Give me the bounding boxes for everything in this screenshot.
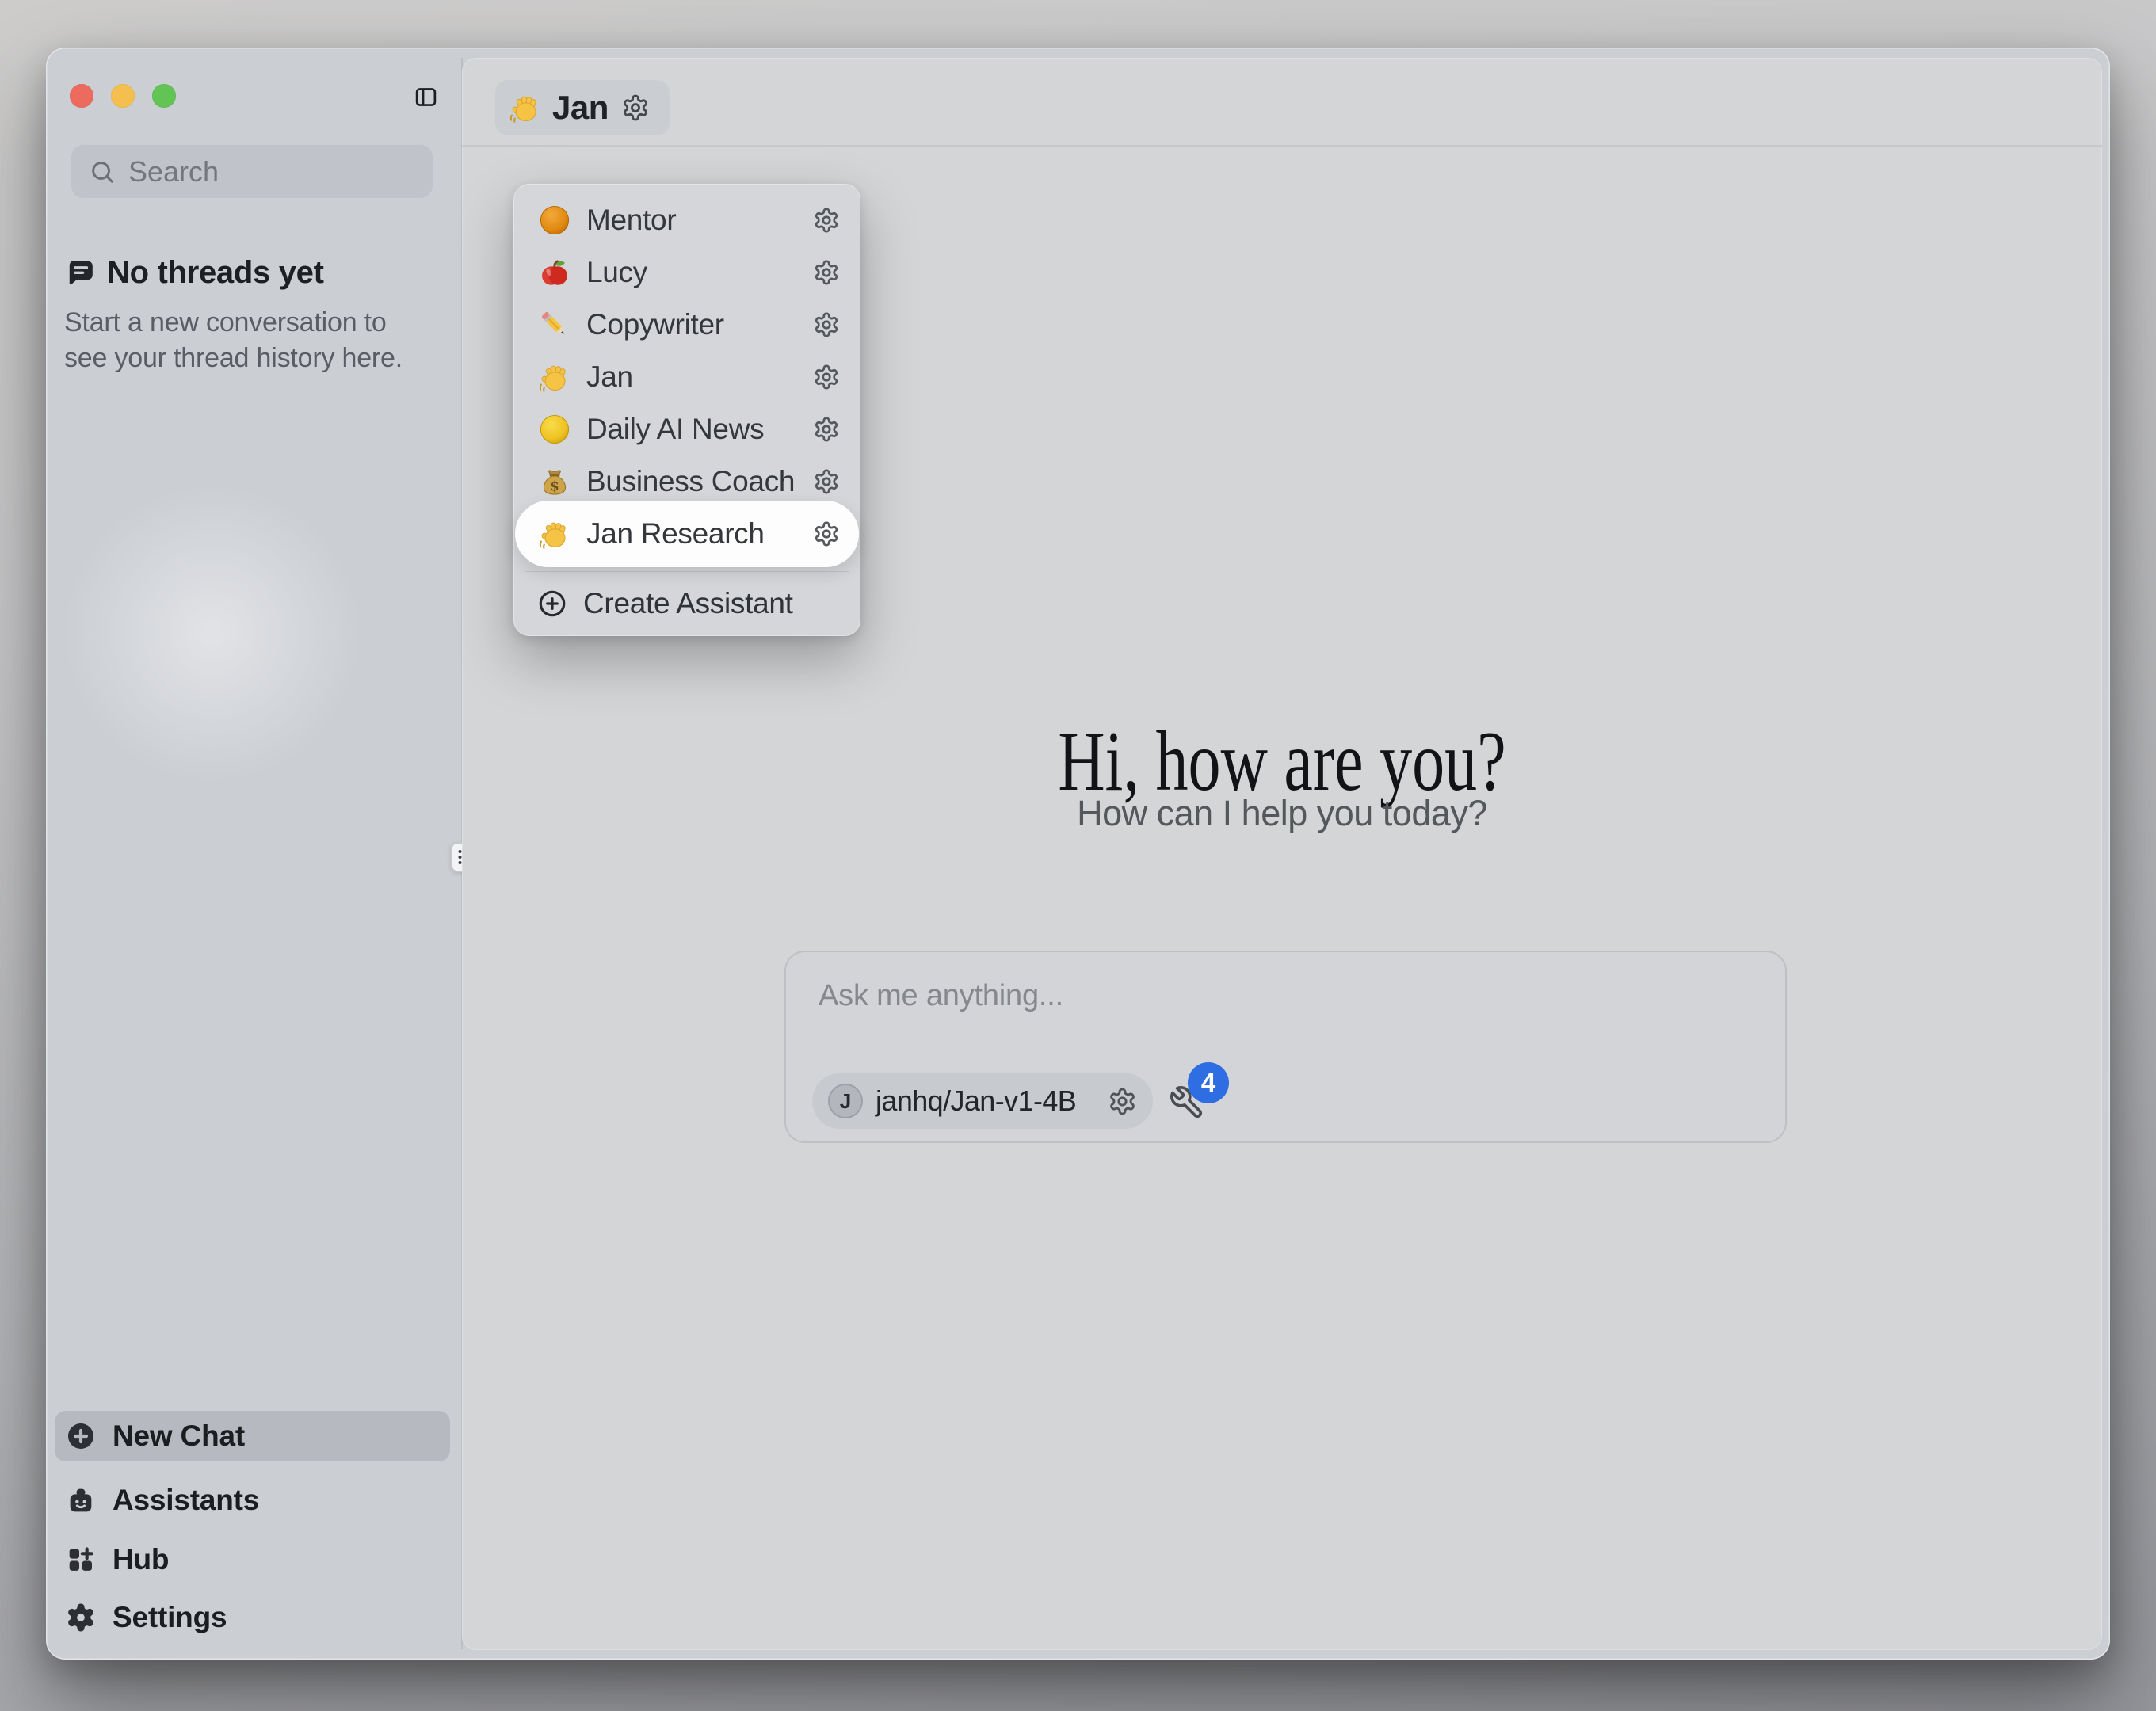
search-box[interactable]: [71, 145, 433, 198]
search-icon: [89, 158, 116, 185]
plus-circle-icon: [537, 589, 567, 619]
wave-emoji: [537, 516, 572, 551]
menu-item-gear-icon[interactable]: [813, 468, 840, 495]
sidebar-toggle-icon[interactable]: [414, 85, 438, 109]
desktop: No threads yet Start a new conversation …: [0, 0, 2156, 1711]
model-name: janhq/Jan-v1-4B: [876, 1084, 1108, 1118]
assistant-selector[interactable]: Jan: [495, 80, 670, 135]
menu-item-jan-research[interactable]: Jan Research: [515, 501, 859, 567]
menu-item-gear-icon[interactable]: [813, 520, 840, 547]
window-controls: [70, 84, 176, 108]
menu-item-gear-icon[interactable]: [813, 259, 840, 286]
menu-item-mentor[interactable]: Mentor: [515, 194, 859, 246]
model-gear-icon[interactable]: [1108, 1087, 1137, 1116]
wave-emoji: [537, 360, 572, 394]
apple-emoji: [537, 255, 572, 290]
sidebar-item-settings[interactable]: Settings: [55, 1592, 450, 1643]
threads-empty-state: No threads yet Start a new conversation …: [63, 255, 443, 376]
menu-item-gear-icon[interactable]: [813, 364, 840, 391]
model-avatar: J: [828, 1084, 863, 1118]
assistant-dropdown-menu: Mentor Lucy Copywriter Jan Daily AI News: [513, 184, 860, 636]
minimize-button[interactable]: [111, 84, 135, 108]
menu-item-lucy[interactable]: Lucy: [515, 246, 859, 299]
sidebar-item-assistants[interactable]: Assistants: [55, 1475, 450, 1526]
pencil-emoji: [537, 307, 572, 342]
app-window: No threads yet Start a new conversation …: [46, 48, 2110, 1660]
money-bag-emoji: $: [537, 464, 572, 499]
create-assistant-button[interactable]: Create Assistant: [513, 577, 860, 630]
sidebar-item-label: New Chat: [113, 1419, 245, 1453]
menu-item-label: Mentor: [586, 204, 813, 237]
sidebar-item-label: Hub: [113, 1543, 169, 1576]
menu-item-label: Jan: [586, 360, 813, 394]
menu-item-gear-icon[interactable]: [813, 311, 840, 338]
menu-item-copywriter[interactable]: Copywriter: [515, 299, 859, 351]
message-input[interactable]: [819, 979, 1730, 1050]
menu-item-gear-icon[interactable]: [813, 416, 840, 443]
plus-circle-icon: [65, 1420, 97, 1452]
menu-item-label: Jan Research: [586, 517, 813, 551]
message-composer[interactable]: J janhq/Jan-v1-4B 4: [784, 951, 1787, 1143]
assistant-name: Jan: [552, 89, 609, 127]
hub-grid-icon: [65, 1544, 97, 1576]
tools-count-badge[interactable]: 4: [1188, 1062, 1229, 1103]
svg-text:$: $: [550, 478, 559, 493]
menu-item-label: Daily AI News: [586, 413, 813, 446]
menu-item-label: Lucy: [586, 256, 813, 289]
gear-icon: [65, 1602, 97, 1633]
menu-separator: [525, 571, 849, 572]
zoom-button[interactable]: [152, 84, 176, 108]
close-button[interactable]: [70, 84, 93, 108]
greeting-subtitle: How can I help you today?: [462, 793, 2102, 834]
empty-state-description: Start a new conversation to see your thr…: [64, 305, 429, 376]
sidebar-item-new-chat[interactable]: New Chat: [55, 1411, 450, 1461]
menu-item-jan[interactable]: Jan: [515, 351, 859, 403]
create-assistant-label: Create Assistant: [583, 587, 793, 620]
bot-icon: [65, 1484, 97, 1516]
wave-emoji: [508, 90, 543, 125]
menu-item-daily-ai-news[interactable]: Daily AI News: [515, 403, 859, 455]
sidebar-item-label: Settings: [113, 1601, 227, 1634]
empty-state-title: No threads yet: [107, 255, 324, 291]
model-selector[interactable]: J janhq/Jan-v1-4B: [812, 1073, 1153, 1129]
yellow-circle-emoji: [537, 412, 572, 447]
sidebar-item-hub[interactable]: Hub: [55, 1534, 450, 1585]
orange-circle-emoji: [537, 203, 572, 238]
sidebar-item-label: Assistants: [113, 1484, 259, 1517]
menu-item-label: Copywriter: [586, 308, 813, 341]
assistant-gear-icon[interactable]: [621, 93, 650, 122]
search-input[interactable]: [116, 155, 497, 189]
menu-item-label: Business Coach: [586, 465, 813, 498]
menu-item-gear-icon[interactable]: [813, 207, 840, 234]
header-divider: [462, 145, 2102, 147]
chat-bubble-icon: [63, 257, 96, 290]
